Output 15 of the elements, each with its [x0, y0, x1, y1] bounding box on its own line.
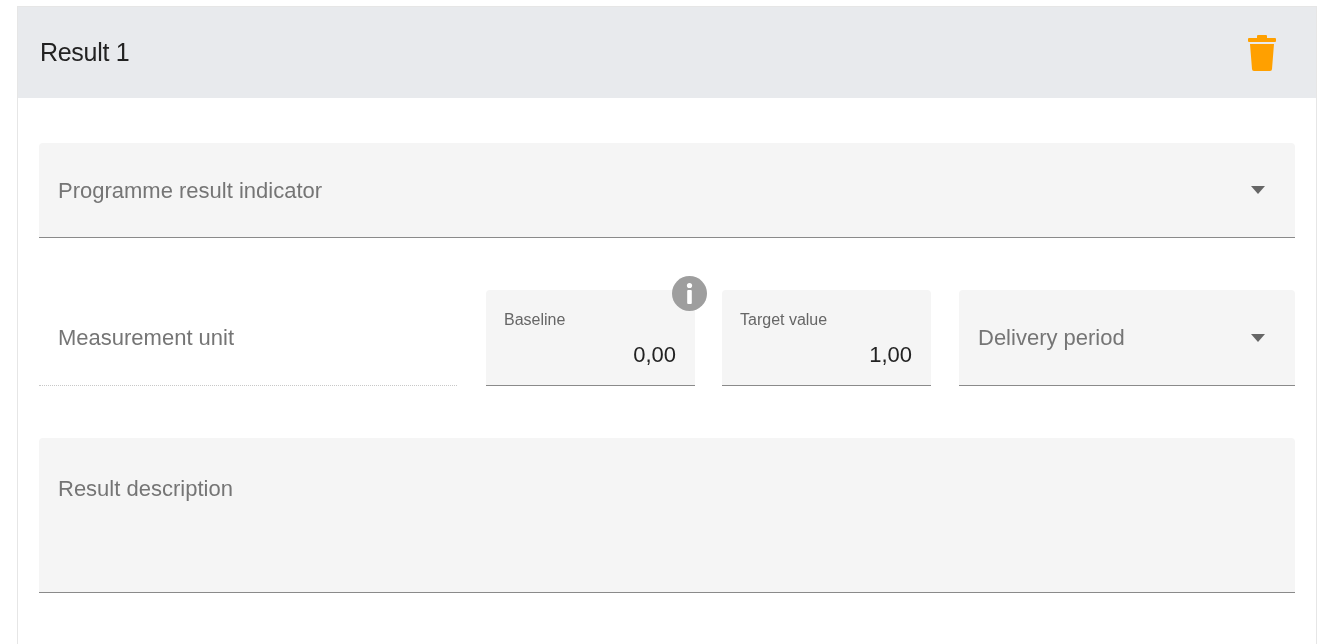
dropdown-field[interactable]: Delivery period [959, 290, 1295, 386]
trash-icon [1248, 34, 1276, 71]
info-icon[interactable] [672, 276, 707, 311]
dropdown-caret-icon [1251, 186, 1265, 194]
input-field[interactable]: Target value 1,00 [722, 290, 931, 386]
value-input[interactable]: 1,00 [740, 338, 912, 371]
card-title: Result 1 [40, 36, 130, 68]
dropdown-caret-icon [1251, 333, 1265, 342]
field-label: Baseline [504, 310, 567, 330]
value-input[interactable]: 0,00 [504, 338, 676, 371]
text-area[interactable]: Result description [39, 438, 1295, 593]
input-field[interactable]: Baseline 0,00 [486, 290, 695, 386]
field-label: Target value [740, 310, 829, 330]
delete-button[interactable] [1248, 34, 1276, 71]
dropdown-field[interactable]: Programme result indicator [39, 143, 1295, 238]
